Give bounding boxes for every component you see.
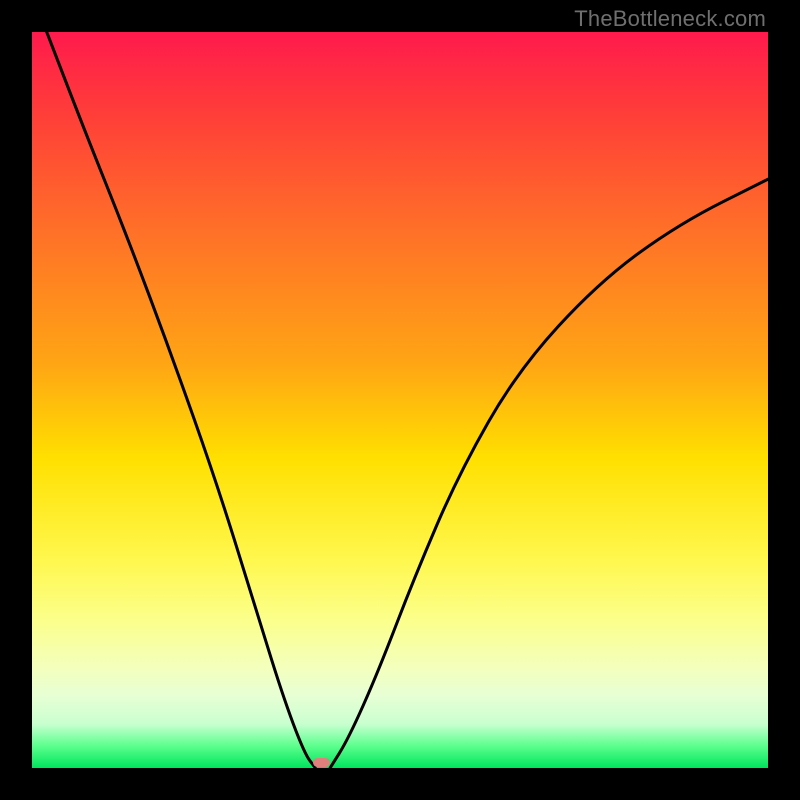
- curve-left-branch: [47, 32, 316, 768]
- bottleneck-curve: [32, 32, 768, 768]
- watermark-text: TheBottleneck.com: [574, 6, 766, 32]
- chart-frame: TheBottleneck.com: [0, 0, 800, 800]
- plot-area: [32, 32, 768, 768]
- minimum-marker: [313, 758, 330, 767]
- curve-right-branch: [330, 179, 768, 768]
